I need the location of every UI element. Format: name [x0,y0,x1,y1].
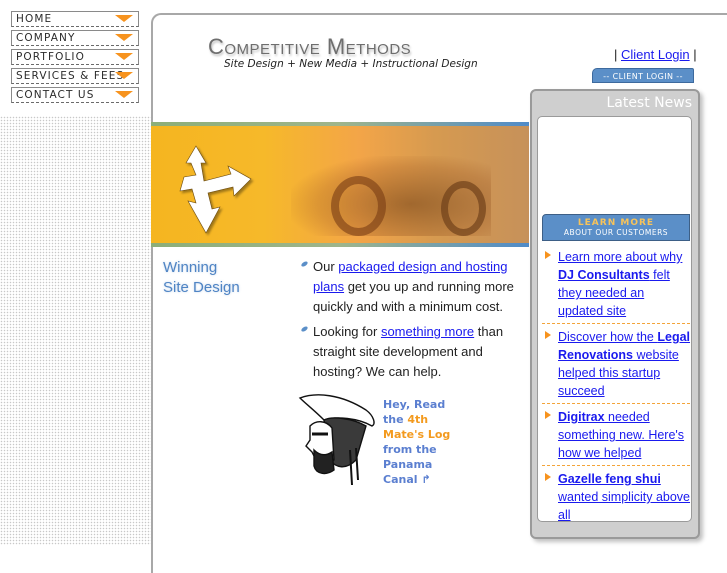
news-link-gazelle-feng-shui[interactable]: Gazelle feng shui wanted simplicity abov… [558,472,690,522]
client-login-link[interactable]: Client Login [621,47,690,62]
nav-company[interactable]: COMPANY [11,30,139,46]
triangle-down-icon [115,72,133,79]
car-wheel [441,181,486,236]
nav-label: HOME [16,13,53,25]
triangle-right-icon [545,473,551,481]
latest-news-panel: Latest News LEARN MORE ABOUT OUR CUSTOME… [530,89,700,539]
nav-label: COMPANY [16,32,76,44]
news-company: Digitrax [558,410,605,424]
nav-label: PORTFOLIO [16,51,85,63]
crossed-arrows-icon [179,145,252,234]
news-item: Learn more about why DJ Consultants felt… [542,248,690,324]
nav-home[interactable]: HOME [11,11,139,27]
news-item: Digitrax needed something new. Here's ho… [542,408,690,466]
news-company: DJ Consultants [558,268,650,282]
news-item: Gazelle feng shui wanted simplicity abov… [542,470,690,527]
news-link-dj-consultants[interactable]: Learn more about why DJ Consultants felt… [558,250,682,318]
pirate-illustration-icon [298,394,375,486]
promo-line: Canal ↱ [383,472,450,487]
triangle-right-icon [545,411,551,419]
heading-line: Winning [163,259,218,276]
hero-banner [151,122,529,247]
news-item: Discover how the Legal Renovations websi… [542,328,690,404]
client-login-button[interactable]: -- CLIENT LOGIN -- [592,68,694,83]
promo-highlight: 4th [407,413,429,426]
feature-text: get you up and running more quickly and … [313,279,514,314]
main-nav: HOME COMPANY PORTFOLIO SERVICES & FEES C… [11,11,139,106]
bullet-icon [300,260,309,268]
news-link-legal-renovations[interactable]: Discover how the Legal Renovations websi… [558,330,690,398]
news-list: Learn more about why DJ Consultants felt… [542,248,690,531]
left-background-pattern [0,116,151,545]
heading-line: Site Design [163,279,240,296]
nav-label: CONTACT US [16,89,95,101]
mates-log-promo[interactable]: Hey, Read the 4th Mate's Log from the Pa… [296,390,456,490]
triangle-right-icon [545,331,551,339]
news-title: Latest News [606,95,692,111]
promo-line: Hey, Read [383,398,446,411]
news-company: Gazelle feng shui [558,472,661,486]
race-car-image [151,126,529,243]
feature-item: Our packaged design and hosting plans ge… [300,257,515,317]
feature-text: Looking for [313,324,381,339]
client-login-links: | Client Login | [614,47,697,62]
banner-stripe [151,243,529,247]
separator: | [689,47,697,62]
learn-more-label: LEARN MORE [577,218,655,228]
nav-label: SERVICES & FEES [16,70,125,82]
brand-logo[interactable]: Competitive Methods [208,34,411,60]
something-more-link[interactable]: something more [381,324,474,339]
learn-more-customers-button[interactable]: LEARN MORE ABOUT OUR CUSTOMERS [542,214,690,241]
promo-line: Panama [383,458,433,471]
promo-line: from the [383,443,437,456]
news-text: Discover how the [558,330,658,344]
tagline: Site Design + New Media + Instructional … [224,58,478,70]
triangle-down-icon [115,53,133,60]
promo-highlight: Mate's Log [383,428,451,441]
triangle-down-icon [115,34,133,41]
bullet-icon [300,325,309,333]
feature-item: Looking for something more than straight… [300,322,515,382]
turn-arrow-icon: ↱ [421,473,431,486]
news-link-digitrax[interactable]: Digitrax needed something new. Here's ho… [558,410,684,460]
learn-more-sublabel: ABOUT OUR CUSTOMERS [563,228,669,237]
section-heading: Winning Site Design [163,258,240,298]
promo-text-part: the [383,413,408,426]
news-text: Learn more about why [558,250,683,264]
car-wheel [331,176,386,236]
promo-text: Hey, Read the 4th Mate's Log from the Pa… [383,397,450,487]
promo-line: the 4th [383,412,450,427]
triangle-right-icon [545,251,551,259]
news-content: LEARN MORE ABOUT OUR CUSTOMERS Learn mor… [537,116,692,522]
news-text: wanted simplicity above all [558,490,691,522]
nav-portfolio[interactable]: PORTFOLIO [11,49,139,65]
promo-text-part: Canal [383,473,418,486]
triangle-down-icon [115,91,133,98]
feature-text: Our [313,259,339,274]
feature-list: Our packaged design and hosting plans ge… [300,257,515,387]
nav-services-fees[interactable]: SERVICES & FEES [11,68,139,84]
triangle-down-icon [115,15,133,22]
nav-contact-us[interactable]: CONTACT US [11,87,139,103]
separator: | [614,47,621,62]
